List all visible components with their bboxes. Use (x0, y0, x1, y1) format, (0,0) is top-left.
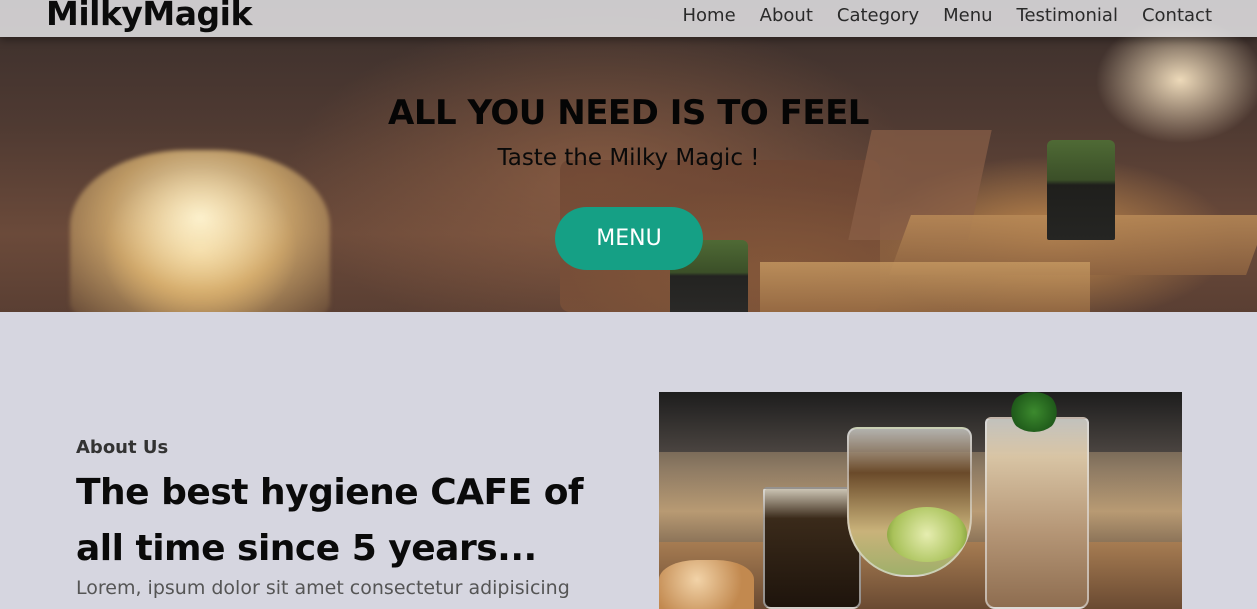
navbar: MilkyMagik Home About Category Menu Test… (0, 0, 1257, 37)
hero-bg-lamp (70, 150, 330, 312)
iced-latte-glass (985, 417, 1089, 609)
nav-contact[interactable]: Contact (1142, 5, 1212, 26)
sugar-cubes (659, 560, 754, 609)
nav-menu[interactable]: Menu (943, 5, 992, 26)
hero-title: ALL YOU NEED IS TO FEEL (388, 93, 869, 133)
about-title: The best hygiene CAFE of all time since … (76, 472, 584, 569)
brand-logo[interactable]: MilkyMagik (46, 0, 252, 33)
nav-about[interactable]: About (760, 5, 813, 26)
nav-home[interactable]: Home (683, 5, 736, 26)
about-kicker: About Us (76, 437, 169, 458)
hero-bg-table-front (760, 262, 1090, 312)
mint-garnish (1009, 392, 1059, 432)
nav-links: Home About Category Menu Testimonial Con… (683, 5, 1213, 26)
about-drinks-image (659, 392, 1182, 609)
lime-slice (887, 507, 967, 562)
hero-subtitle: Taste the Milky Magic ! (497, 145, 760, 171)
hero-banner: ALL YOU NEED IS TO FEEL Taste the Milky … (0, 0, 1257, 312)
nav-testimonial[interactable]: Testimonial (1017, 5, 1118, 26)
menu-button[interactable]: MENU (555, 207, 703, 270)
nav-category[interactable]: Category (837, 5, 919, 26)
about-text: Lorem, ipsum dolor sit amet consectetur … (76, 577, 570, 599)
